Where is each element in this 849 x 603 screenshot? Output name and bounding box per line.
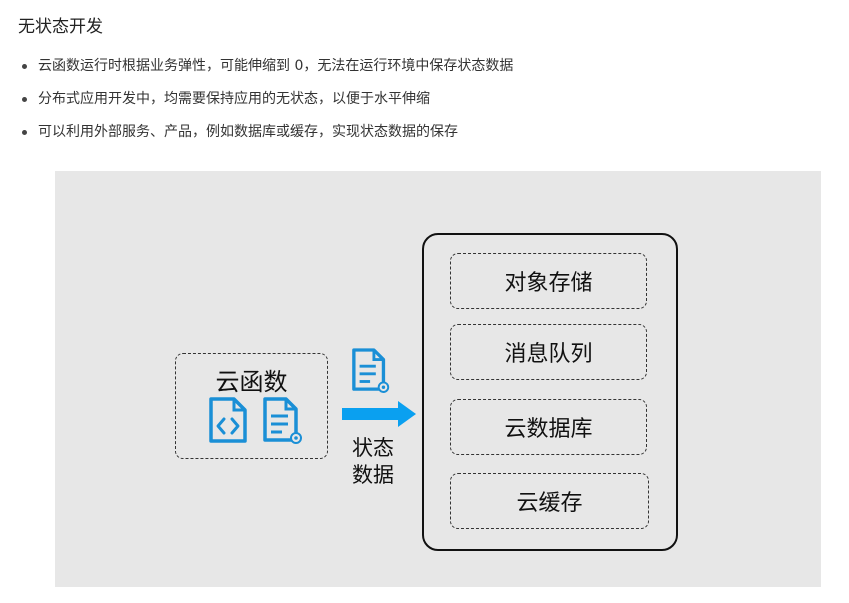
arrow-right-icon [342, 401, 416, 427]
storage-item-cloud-database: 云数据库 [450, 399, 647, 455]
storage-services-box: 对象存储 消息队列 云数据库 云缓存 [422, 233, 678, 551]
storage-item-cloud-cache: 云缓存 [450, 473, 649, 529]
list-item: 云函数运行时根据业务弹性，可能伸缩到 0，无法在运行环境中保存状态数据 [18, 52, 513, 85]
cloud-function-label: 云函数 [215, 368, 288, 396]
code-file-icon [209, 397, 247, 443]
list-item: 可以利用外部服务、产品，例如数据库或缓存，实现状态数据的保存 [18, 118, 513, 151]
list-item: 分布式应用开发中，均需要保持应用的无状态，以便于水平伸缩 [18, 85, 513, 118]
config-file-icon [263, 397, 302, 444]
storage-item-message-queue: 消息队列 [450, 324, 647, 380]
bullet-list: 云函数运行时根据业务弹性，可能伸缩到 0，无法在运行环境中保存状态数据 分布式应… [18, 52, 513, 151]
state-label-line1: 状态 [352, 436, 394, 460]
architecture-diagram: 云函数 状态 数据 对象存储 消息队列 云数据库 云缓存 [55, 171, 821, 587]
page-title: 无状态开发 [18, 17, 103, 37]
state-label-line2: 数据 [352, 463, 394, 487]
storage-item-object-storage: 对象存储 [450, 253, 647, 309]
state-data-label: 状态 数据 [340, 435, 406, 489]
state-data-file-icon [352, 348, 390, 393]
cloud-function-box: 云函数 [175, 353, 328, 459]
